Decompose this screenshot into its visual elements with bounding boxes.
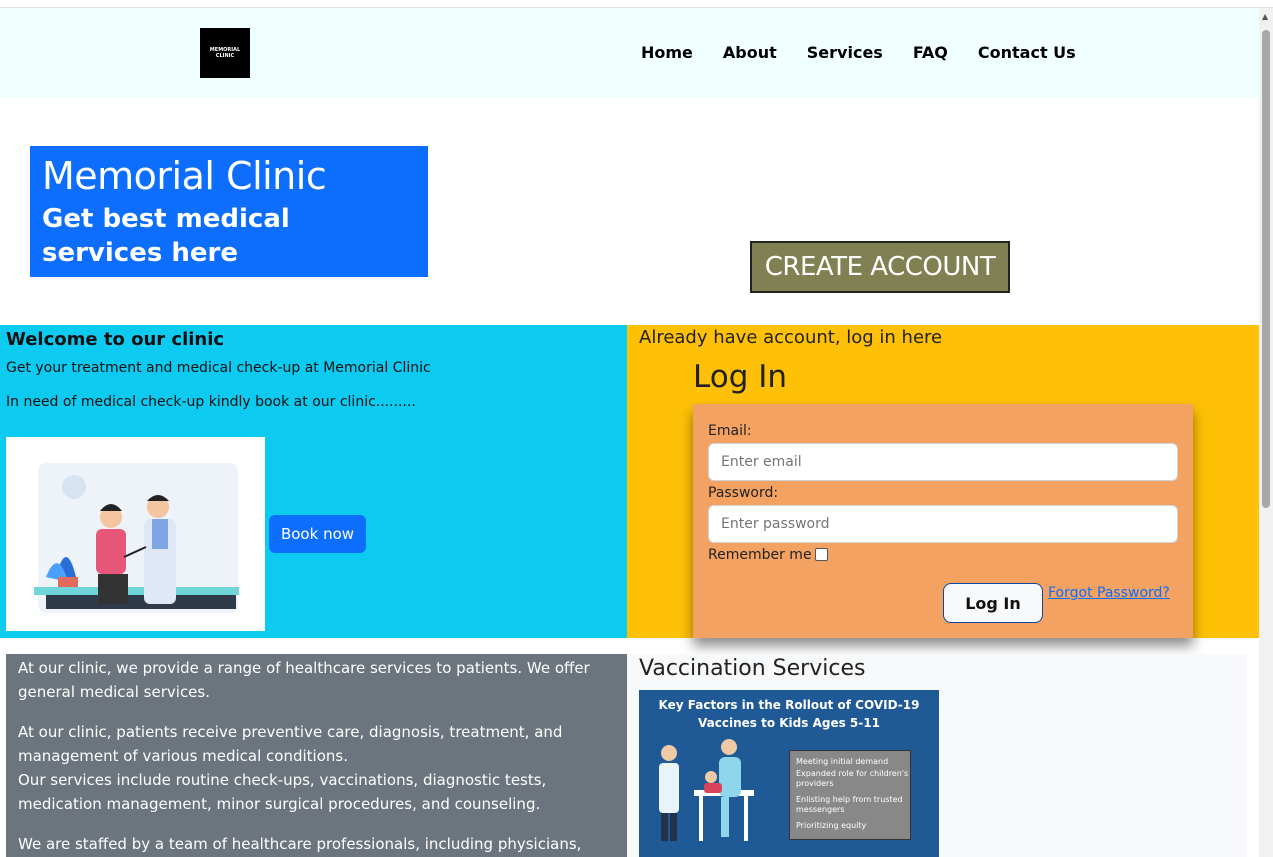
vaccination-infographic: Key Factors in the Rollout of COVID-19 V… (639, 690, 939, 857)
login-heading: Already have account, log in here (639, 327, 943, 348)
hero-banner: Memorial Clinic Get best medical service… (30, 146, 428, 277)
services-text-2: At our clinic, patients receive preventi… (18, 723, 563, 765)
infographic-list: Meeting initial demand Expanded role for… (789, 750, 911, 840)
vaccination-section: Vaccination Services Key Factors in the … (627, 654, 1247, 857)
browser-top-border (0, 0, 1273, 8)
nav-about[interactable]: About (723, 43, 777, 62)
navbar: MEMORIAL CLINIC Home About Services FAQ … (0, 8, 1259, 98)
nav-contact[interactable]: Contact Us (978, 43, 1076, 62)
nav-home[interactable]: Home (641, 43, 693, 62)
create-account-button[interactable]: CREATE ACCOUNT (750, 241, 1010, 293)
book-now-button[interactable]: Book now (269, 515, 366, 553)
services-text-4: We are staffed by a team of healthcare p… (18, 835, 582, 853)
logo-text: MEMORIAL CLINIC (209, 47, 241, 59)
welcome-section: Welcome to our clinic Get your treatment… (0, 325, 627, 638)
vaccination-title: Vaccination Services (639, 656, 866, 681)
infographic-item: Enlisting help from trusted messengers (796, 795, 903, 814)
log-in-button[interactable]: Log In (943, 583, 1043, 623)
nav-links: Home About Services FAQ Contact Us (641, 43, 1106, 62)
hero-subtitle: Get best medical services here (42, 204, 290, 268)
remember-me-label: Remember me (708, 547, 812, 563)
welcome-title: Welcome to our clinic (6, 329, 225, 350)
welcome-text-1: Get your treatment and medical check-up … (6, 360, 431, 376)
password-field[interactable] (708, 505, 1178, 543)
infographic-title: Key Factors in the Rollout of COVID-19 V… (658, 698, 920, 730)
forgot-password-link[interactable]: Forgot Password? (1048, 585, 1170, 601)
welcome-text-2: In need of medical check-up kindly book … (6, 394, 416, 410)
login-title: Log In (693, 359, 788, 395)
nav-services[interactable]: Services (807, 43, 883, 62)
services-text-3: Our services include routine check-ups, … (18, 771, 547, 813)
scrollbar-thumb[interactable] (1262, 30, 1270, 508)
nav-faq[interactable]: FAQ (913, 43, 948, 62)
email-field[interactable] (708, 443, 1178, 481)
password-label: Password: (708, 485, 779, 501)
infographic-item: Expanded role for children's providers (796, 769, 909, 788)
remember-me-checkbox[interactable] (815, 548, 828, 561)
login-form: Email: Password: Remember me Log In Forg… (693, 404, 1193, 638)
infographic-item: Meeting initial demand (796, 757, 889, 766)
clinic-logo[interactable]: MEMORIAL CLINIC (200, 28, 250, 78)
infographic-item: Prioritizing equity (796, 821, 867, 830)
email-label: Email: (708, 423, 752, 439)
hero-title: Memorial Clinic (42, 154, 327, 198)
page-scrollbar[interactable]: ▲ (1259, 8, 1273, 857)
scroll-up-icon[interactable]: ▲ (1262, 12, 1268, 21)
services-text-1: At our clinic, we provide a range of hea… (18, 659, 590, 701)
doctor-patient-illustration (6, 437, 265, 631)
services-section: At our clinic, we provide a range of hea… (6, 654, 627, 857)
